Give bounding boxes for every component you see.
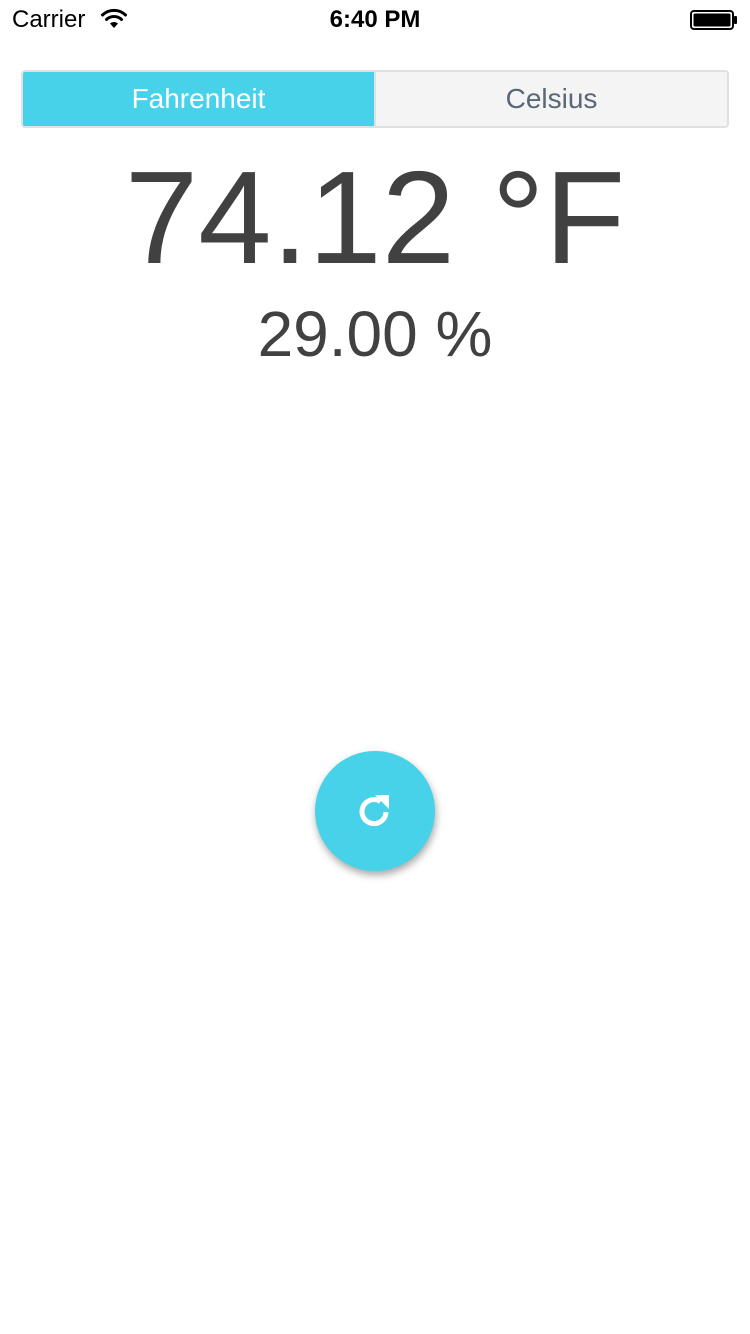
segment-fahrenheit[interactable]: Fahrenheit bbox=[23, 72, 374, 126]
status-time: 6:40 PM bbox=[329, 6, 421, 33]
temperature-reading: 74.12 °F bbox=[124, 144, 626, 291]
battery-icon bbox=[690, 10, 738, 30]
segment-celsius[interactable]: Celsius bbox=[374, 72, 727, 126]
humidity-reading: 29.00 % bbox=[257, 298, 493, 370]
refresh-icon bbox=[353, 789, 397, 833]
unit-segmented-control: Fahrenheit Celsius bbox=[21, 70, 729, 128]
refresh-button[interactable] bbox=[315, 751, 435, 871]
status-bar: Carrier 6:40 PM bbox=[0, 0, 750, 40]
